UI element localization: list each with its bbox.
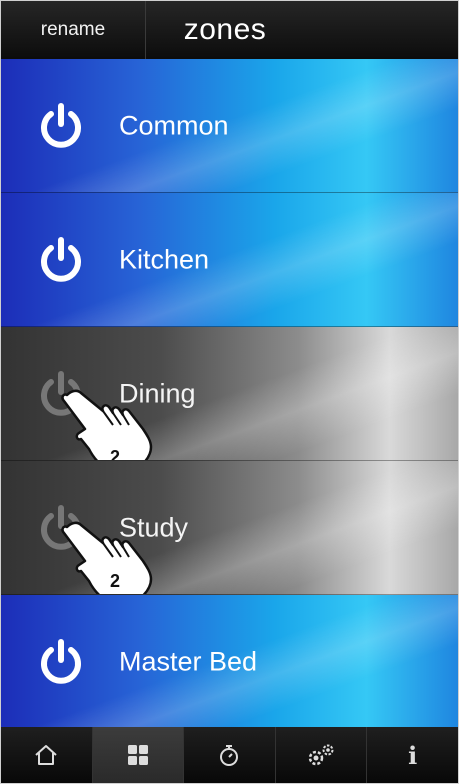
gears-icon: [308, 744, 334, 766]
nav-settings[interactable]: [276, 727, 368, 783]
power-icon[interactable]: [37, 638, 85, 686]
zone-label: Master Bed: [119, 646, 258, 676]
home-icon: [35, 745, 57, 765]
nav-info[interactable]: i: [367, 727, 458, 783]
zone-label: Common: [119, 110, 229, 140]
zone-row-study[interactable]: Study 2: [1, 461, 458, 595]
nav-zones[interactable]: [92, 727, 185, 783]
power-icon[interactable]: [37, 236, 85, 284]
zone-row-common[interactable]: Common: [1, 59, 458, 193]
tap-count-badge: 2: [110, 571, 121, 591]
tap-count-badge: 2: [110, 447, 121, 461]
zone-row-dining[interactable]: Dining 2: [1, 327, 458, 461]
zone-row-master-bed[interactable]: Master Bed: [1, 595, 458, 729]
tap-hand-icon: [61, 389, 153, 460]
nav-home[interactable]: [1, 727, 93, 783]
page-title: zones: [183, 13, 267, 46]
app-screen: rename zones Common Kitchen Dining 2 Stu…: [0, 0, 459, 784]
grid-icon: [127, 745, 148, 765]
rename-button[interactable]: rename: [1, 1, 146, 59]
zone-row-kitchen[interactable]: Kitchen: [1, 193, 458, 327]
header-bar: rename zones: [1, 1, 458, 59]
nav-timer[interactable]: [184, 727, 276, 783]
info-icon: i: [408, 740, 418, 770]
tap-hand-icon: [61, 521, 153, 594]
power-icon[interactable]: [37, 102, 85, 150]
zone-label: Kitchen: [119, 244, 210, 274]
zone-list: Common Kitchen Dining 2 Study 2 Master B…: [1, 59, 458, 729]
bottom-nav: i: [1, 727, 458, 783]
timer-icon: [220, 745, 239, 766]
